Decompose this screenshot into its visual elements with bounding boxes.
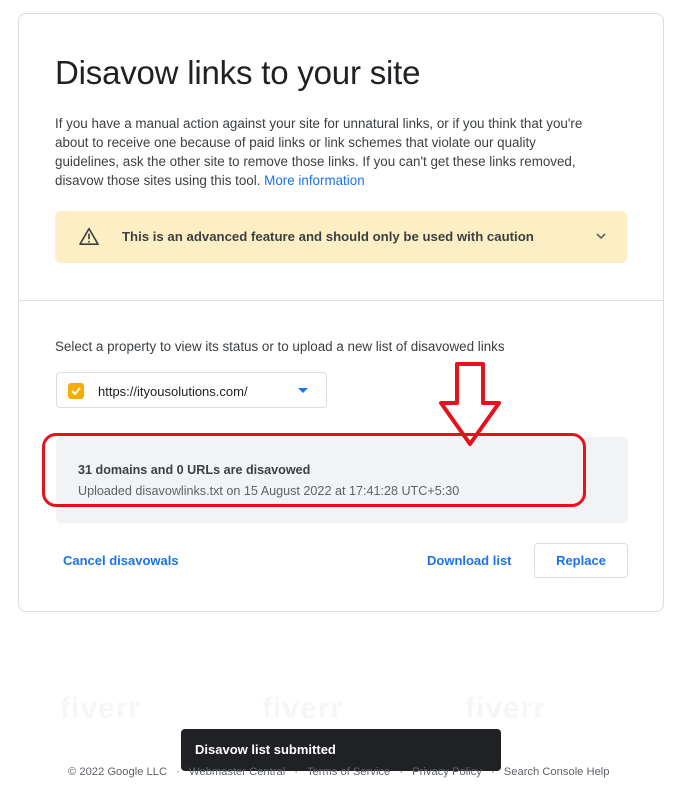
property-dropdown[interactable]: https://ityousolutions.com/ (56, 372, 327, 408)
watermark: fiverr (262, 692, 343, 726)
property-select-label: Select a property to view its status or … (55, 339, 505, 354)
snackbar: Disavow list submitted (181, 729, 501, 771)
page-title: Disavow links to your site (55, 54, 421, 91)
disavow-card: Disavow links to your site If you have a… (18, 13, 664, 612)
footer: © 2022 Google LLC · Webmaster Central · … (68, 766, 628, 778)
download-list-link[interactable]: Download list (427, 553, 512, 568)
property-url: https://ityousolutions.com/ (98, 384, 248, 399)
page-description: If you have a manual action against your… (55, 114, 600, 190)
footer-link-help[interactable]: Search Console Help (504, 766, 610, 778)
replace-button[interactable]: Replace (534, 543, 628, 578)
footer-link-terms[interactable]: Terms of Service (307, 766, 390, 778)
snackbar-message: Disavow list submitted (195, 742, 336, 757)
watermark: fiverr (465, 692, 546, 726)
more-information-link[interactable]: More information (264, 173, 364, 188)
caution-text: This is an advanced feature and should o… (122, 229, 534, 244)
footer-separator: · (490, 766, 495, 778)
caution-banner[interactable]: This is an advanced feature and should o… (55, 211, 627, 263)
dropdown-arrow-icon (298, 388, 308, 393)
footer-copyright: © 2022 Google LLC (68, 766, 168, 778)
annotation-highlight-box (42, 433, 586, 507)
chevron-down-icon[interactable] (595, 230, 607, 242)
section-divider (19, 300, 663, 301)
cancel-disavowals-link[interactable]: Cancel disavowals (63, 553, 179, 568)
footer-separator: · (399, 766, 404, 778)
footer-link-privacy[interactable]: Privacy Policy (412, 766, 482, 778)
watermark: fiverr (60, 692, 141, 726)
property-favicon-icon (68, 383, 84, 399)
footer-separator: · (176, 766, 180, 778)
footer-separator: · (294, 766, 299, 778)
footer-link-webmaster-central[interactable]: Webmaster Central (189, 766, 285, 778)
warning-icon (79, 227, 99, 245)
